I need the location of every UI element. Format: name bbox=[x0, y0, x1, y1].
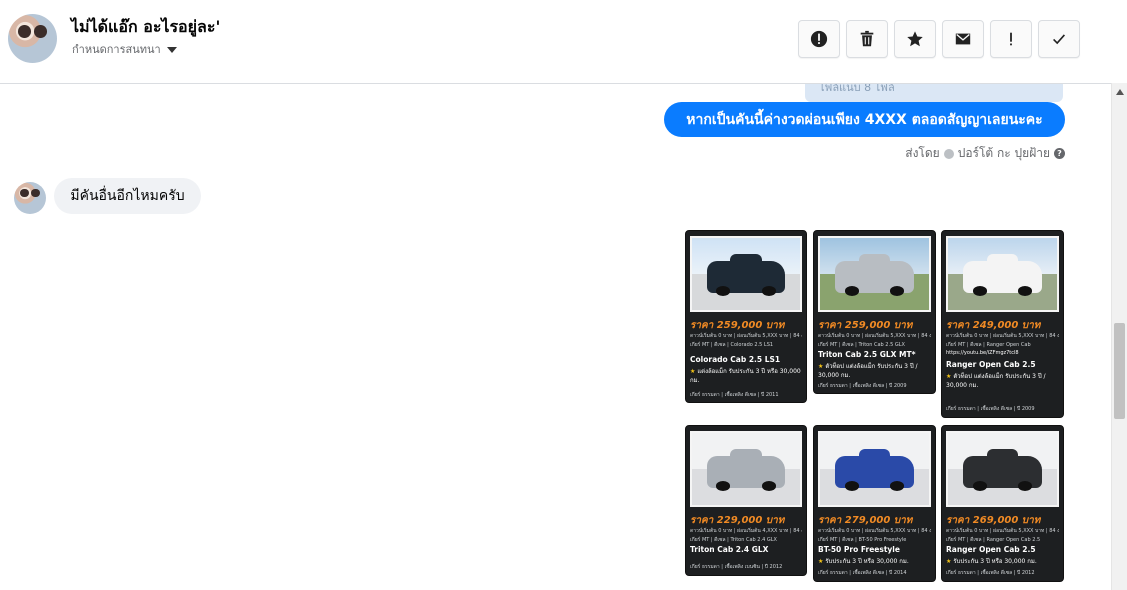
contact-avatar[interactable] bbox=[8, 14, 57, 63]
car-model: Triton Cab 2.5 GLX MT* bbox=[818, 350, 916, 359]
car-model: Ranger Open Cab 2.5 bbox=[946, 545, 1036, 554]
car-footer: เกียร์ ธรรมดา | เชื้อเพลิง ดีเซล | ปี 20… bbox=[690, 392, 779, 398]
car-finance: ดาวน์เริ่มต้น 0 บาท | ผ่อนเริ่มต้น 5,XXX… bbox=[818, 528, 931, 534]
delete-button[interactable] bbox=[846, 20, 888, 58]
help-icon[interactable]: ? bbox=[1054, 148, 1065, 159]
mark-done-button[interactable] bbox=[1038, 20, 1080, 58]
car-footer: เกียร์ ธรรมดา | เชื้อเพลิง ดีเซล | ปี 20… bbox=[818, 383, 907, 389]
star-icon: ★ bbox=[946, 373, 952, 380]
car-price: ราคา 279,000 บาท bbox=[818, 515, 913, 526]
car-footer: เกียร์ ธรรมดา | เชื้อเพลิง ดีเซล | ปี 20… bbox=[946, 570, 1035, 576]
car-specs: เกียร์ MT | ดีเซล | Triton Cab 2.5 GLX bbox=[818, 342, 905, 348]
car-photo[interactable] bbox=[690, 236, 802, 312]
car-finance: ดาวน์เริ่มต้น 0 บาท | ผ่อนเริ่มต้น 5,XXX… bbox=[690, 333, 802, 339]
star-icon: ★ bbox=[818, 363, 824, 370]
car-card[interactable]: ราคา 279,000 บาท ดาวน์เริ่มต้น 0 บาท | ผ… bbox=[813, 425, 936, 582]
car-finance: ดาวน์เริ่มต้น 0 บาท | ผ่อนเริ่มต้น 5,XXX… bbox=[946, 333, 1059, 339]
star-icon bbox=[907, 31, 923, 47]
car-model: BT-50 Pro Freestyle bbox=[818, 545, 900, 554]
contact-name[interactable]: ไม่ได้แอ๊ก อะไรอยู่ละ' bbox=[71, 15, 220, 40]
caret-down-icon bbox=[166, 47, 177, 53]
car-footer: เกียร์ ธรรมดา | เชื้อเพลิง ดีเซล | ปี 20… bbox=[818, 570, 907, 576]
mark-spam-button[interactable] bbox=[990, 20, 1032, 58]
star-icon: ★ bbox=[818, 558, 824, 565]
conversation-settings[interactable]: กำหนดการสนทนา bbox=[72, 40, 177, 58]
car-footer: เกียร์ ธรรมดา | เชื้อเพลิง เบนซิน | ปี 2… bbox=[690, 564, 783, 570]
car-card[interactable]: ราคา 269,000 บาท ดาวน์เริ่มต้น 0 บาท | ผ… bbox=[941, 425, 1064, 582]
car-finance: ดาวน์เริ่มต้น 0 บาท | ผ่อนเริ่มต้น 5,XXX… bbox=[946, 528, 1059, 534]
scroll-up-arrow-icon[interactable] bbox=[1116, 89, 1124, 95]
car-price: ราคา 249,000 บาท bbox=[946, 320, 1041, 331]
mail-icon bbox=[955, 33, 971, 45]
trash-icon bbox=[860, 30, 874, 47]
car-specs: เกียร์ MT | ดีเซล | Ranger Open Cab bbox=[946, 342, 1031, 348]
sent-by-info: ส่งโดย ปอร์โต้ กะ ปุยฝ้าย ? bbox=[905, 144, 1065, 163]
car-card[interactable]: ราคา 259,000 บาท ดาวน์เริ่มต้น 0 บาท | ผ… bbox=[685, 230, 807, 403]
sender-avatar[interactable] bbox=[14, 182, 46, 214]
conversation-header: ไม่ได้แอ๊ก อะไรอยู่ละ' กำหนดการสนทนา bbox=[0, 0, 1112, 84]
car-price: ราคา 229,000 บาท bbox=[690, 515, 785, 526]
attachment-strip: ไฟล์แนบ 8 ไฟล์ bbox=[805, 84, 1063, 102]
car-price: ราคา 259,000 บาท bbox=[818, 320, 913, 331]
car-photo[interactable] bbox=[690, 431, 802, 507]
car-card[interactable]: ราคา 229,000 บาท ดาวน์เริ่มต้น 0 บาท | ผ… bbox=[685, 425, 807, 576]
conversation-settings-label: กำหนดการสนทนา bbox=[72, 43, 161, 56]
car-warranty: ★ รับประกัน 3 ปี หรือ 30,000 กม. bbox=[946, 558, 1037, 565]
incoming-message[interactable]: มีคันอื่นอีกไหมครับ bbox=[54, 178, 201, 214]
verified-icon bbox=[943, 148, 954, 159]
scrollbar[interactable] bbox=[1111, 83, 1127, 590]
car-photo[interactable] bbox=[946, 431, 1059, 507]
car-specs: เกียร์ MT | ดีเซล | Triton Cab 2.4 GLX bbox=[690, 537, 777, 543]
car-price: ราคา 269,000 บาท bbox=[946, 515, 1041, 526]
car-specs: เกียร์ MT | ดีเซล | BT-50 Pro Freestyle bbox=[818, 537, 907, 543]
car-finance: ดาวน์เริ่มต้น 0 บาท | ผ่อนเริ่มต้น 5,XXX… bbox=[818, 333, 931, 339]
car-video-link[interactable]: https://youtu.be/iZFmgz7tcl8 bbox=[946, 350, 1059, 356]
car-card[interactable]: ราคา 249,000 บาท ดาวน์เริ่มต้น 0 บาท | ผ… bbox=[941, 230, 1064, 418]
star-icon: ★ bbox=[946, 558, 952, 565]
star-button[interactable] bbox=[894, 20, 936, 58]
car-footer: เกียร์ ธรรมดา | เชื้อเพลิง ดีเซล | ปี 20… bbox=[946, 406, 1035, 412]
check-icon bbox=[1053, 34, 1066, 45]
sent-by-label: ส่งโดย bbox=[905, 146, 940, 160]
car-specs: เกียร์ MT | ดีเซล | Colorado 2.5 LS1 bbox=[690, 342, 774, 348]
alert-icon bbox=[810, 30, 828, 48]
exclamation-icon bbox=[1010, 32, 1012, 46]
action-toolbar bbox=[798, 20, 1080, 58]
star-icon: ★ bbox=[690, 368, 696, 375]
car-warranty: ★ ตัวท็อป แต่งล้อแม็ก รับประกัน 3 ปี / 3… bbox=[946, 373, 1046, 389]
outgoing-message[interactable]: หากเป็นคันนี้ค่างวดผ่อนเพียง 4XXX ตลอดสั… bbox=[664, 102, 1065, 137]
car-model: Colorado Cab 2.5 LS1 bbox=[690, 355, 781, 364]
car-price: ราคา 259,000 บาท bbox=[690, 320, 785, 331]
mail-button[interactable] bbox=[942, 20, 984, 58]
car-model: Triton Cab 2.4 GLX bbox=[690, 545, 769, 554]
car-photo[interactable] bbox=[818, 236, 931, 312]
car-photo[interactable] bbox=[818, 431, 931, 507]
alert-button[interactable] bbox=[798, 20, 840, 58]
car-finance: ดาวน์เริ่มต้น 0 บาท | ผ่อนเริ่มต้น 4,XXX… bbox=[690, 528, 802, 534]
car-warranty: ★ ตัวท็อป แต่งล้อแม็ก รับประกัน 3 ปี / 3… bbox=[818, 363, 918, 379]
car-model: Ranger Open Cab 2.5 bbox=[946, 360, 1036, 369]
scroll-thumb[interactable] bbox=[1114, 323, 1125, 419]
car-photo[interactable] bbox=[946, 236, 1059, 312]
car-card[interactable]: ราคา 259,000 บาท ดาวน์เริ่มต้น 0 บาท | ผ… bbox=[813, 230, 936, 394]
car-warranty: ★ รับประกัน 3 ปี หรือ 30,000 กม. bbox=[818, 558, 909, 565]
car-warranty: ★ แต่งล้อแม็ก รับประกัน 3 ปี หรือ 30,000… bbox=[690, 368, 801, 384]
car-specs: เกียร์ MT | ดีเซล | Ranger Open Cab 2.5 bbox=[946, 537, 1041, 543]
sent-by-name: ปอร์โต้ กะ ปุยฝ้าย bbox=[957, 146, 1050, 160]
